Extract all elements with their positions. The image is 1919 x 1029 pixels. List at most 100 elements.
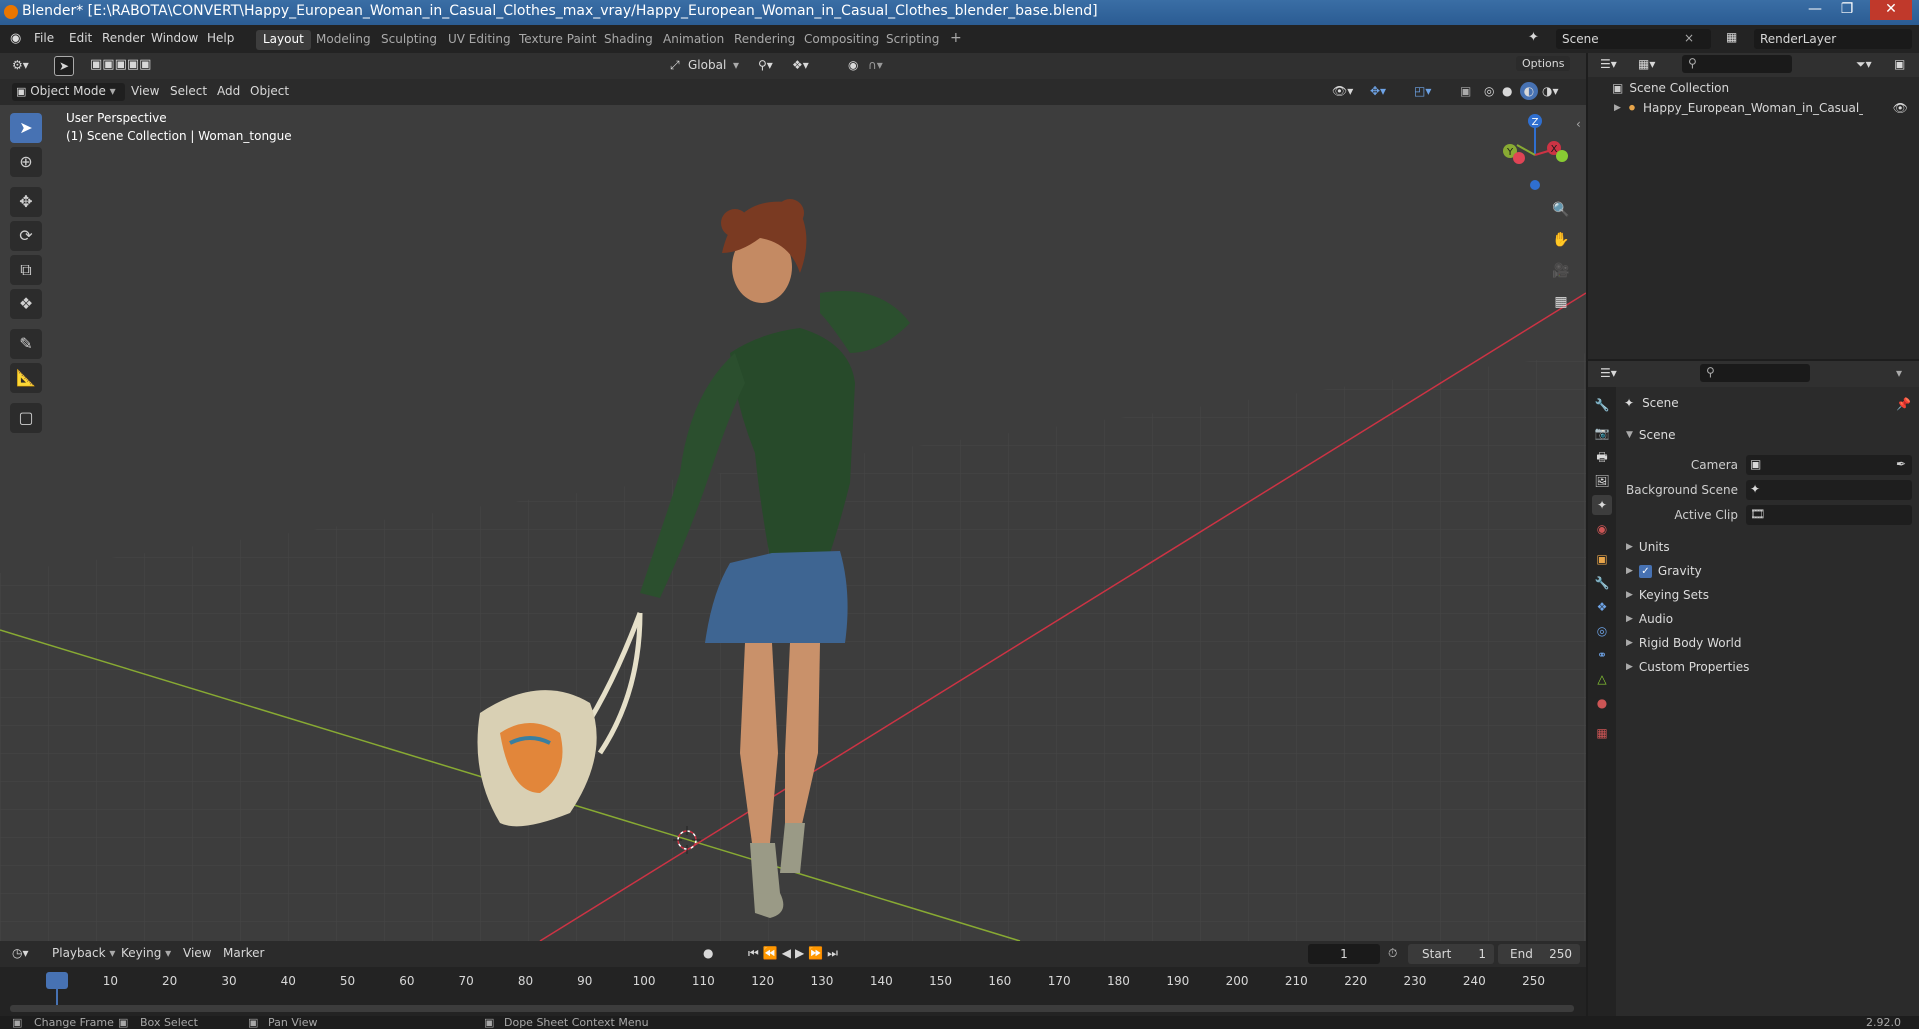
maximize-button[interactable]: ❐ (1832, 0, 1862, 20)
gizmo-toggle-icon[interactable]: ✥▾ (1370, 84, 1386, 98)
grid-icon[interactable]: ▦ (1548, 289, 1574, 315)
zoom-icon[interactable]: 🔍 (1548, 197, 1574, 223)
pin-icon[interactable]: 📌 (1896, 397, 1911, 411)
view-layer-selector[interactable]: RenderLayer (1754, 29, 1912, 49)
add-cube-tool-icon[interactable]: ▢ (10, 403, 42, 433)
scene-panel-header[interactable]: ▼ Scene (1626, 428, 1676, 442)
rendered-shading-icon[interactable]: ◑▾ (1542, 84, 1559, 98)
editor-type-icon[interactable]: ⚙▾ (12, 58, 29, 72)
menu-edit[interactable]: Edit (69, 31, 92, 45)
menu-render[interactable]: Render (102, 31, 145, 45)
blender-menu-icon[interactable]: ◉ (10, 31, 21, 46)
menu-select[interactable]: Select (170, 84, 207, 98)
panel-audio[interactable]: ▶ Audio (1626, 612, 1916, 626)
options-dropdown[interactable]: Options (1516, 56, 1571, 71)
3d-viewport[interactable]: Z Y X ⚙▾ ➤ ▣▣▣▣▣ ⤢ Global ▾ ⚲▾ ❖▾ ◉ ∩▾ O… (0, 53, 1586, 941)
cursor-tool-icon[interactable]: ⊕ (10, 147, 42, 177)
close-button[interactable]: ✕ (1870, 0, 1912, 20)
physics-tab-icon[interactable]: ◎ (1592, 621, 1612, 641)
view-layer-icon[interactable]: ▦ (1726, 30, 1737, 44)
tab-animation[interactable]: Animation (656, 30, 731, 50)
tab-shading[interactable]: Shading (597, 30, 660, 50)
menu-help[interactable]: Help (207, 31, 234, 45)
wireframe-shading-icon[interactable]: ◎ (1484, 84, 1494, 98)
visibility-icon[interactable]: 👁▾ (1332, 84, 1353, 98)
panel-keying-sets[interactable]: ▶ Keying Sets (1626, 588, 1916, 602)
panel-rigid-body-world[interactable]: ▶ Rigid Body World (1626, 636, 1916, 650)
gravity-checkbox[interactable]: ✓ (1638, 564, 1652, 578)
camera-field[interactable]: ▣ ✒ (1746, 455, 1912, 475)
properties-editor-icon[interactable]: ☰▾ (1600, 366, 1617, 380)
menu-view[interactable]: View (131, 84, 159, 98)
material-tab-icon[interactable]: ● (1592, 693, 1612, 713)
eyedropper-icon[interactable]: ✒ (1896, 457, 1906, 471)
menu-add[interactable]: Add (217, 84, 240, 98)
add-workspace-button[interactable]: + (943, 30, 969, 50)
eye-icon[interactable]: 👁 (1893, 101, 1914, 115)
transform-tool-icon[interactable]: ❖ (10, 289, 42, 319)
data-tab-icon[interactable]: △ (1592, 669, 1612, 689)
active-clip-field[interactable]: 🎞 (1746, 505, 1912, 525)
expand-arrow-icon[interactable]: ▶ (1614, 103, 1621, 113)
outliner-editor-icon[interactable]: ☰▾ (1600, 57, 1617, 71)
world-tab-icon[interactable]: ◉ (1592, 519, 1612, 539)
outliner-item[interactable]: ▶ ⚫ Happy_European_Woman_in_Casual_Cloth… (1614, 101, 1914, 115)
solid-shading-icon[interactable]: ● (1502, 84, 1512, 98)
scene-selector[interactable]: Scene × (1556, 29, 1711, 49)
menu-object[interactable]: Object (250, 84, 289, 98)
tab-scripting[interactable]: Scripting (879, 30, 946, 50)
render-tab-icon[interactable]: 📷 (1592, 423, 1612, 443)
playhead[interactable] (46, 972, 68, 989)
menu-window[interactable]: Window (151, 31, 198, 45)
new-collection-icon[interactable]: ▣ (1894, 57, 1905, 71)
tab-compositing[interactable]: Compositing (797, 30, 886, 50)
outliner-search-input[interactable]: ⚲ (1682, 55, 1792, 73)
transform-orientation-dropdown[interactable]: Global (688, 58, 726, 72)
panel-custom-properties[interactable]: ▶ Custom Properties (1626, 660, 1916, 674)
tab-modeling[interactable]: Modeling (309, 30, 378, 50)
outliner-scene-collection[interactable]: ▣ Scene Collection (1612, 81, 1729, 95)
rotate-tool-icon[interactable]: ⟳ (10, 221, 42, 251)
tab-texture-paint[interactable]: Texture Paint (512, 30, 603, 50)
selection-mode-icons[interactable]: ▣▣▣▣▣ (90, 57, 151, 72)
falloff-icon[interactable]: ∩▾ (868, 58, 883, 72)
modifier-tab-icon[interactable]: 🔧 (1592, 573, 1612, 593)
properties-search-input[interactable]: ⚲ (1700, 364, 1810, 382)
measure-tool-icon[interactable]: 📐 (10, 363, 42, 393)
close-icon[interactable]: × (1684, 31, 1694, 45)
sidebar-toggle-icon[interactable]: ‹ (1576, 117, 1581, 131)
object-tab-icon[interactable]: ▣ (1592, 549, 1612, 569)
timeline-scrollbar[interactable] (10, 1005, 1574, 1012)
panel-units[interactable]: ▶ Units (1626, 540, 1916, 554)
tab-uv-editing[interactable]: UV Editing (441, 30, 518, 50)
scale-tool-icon[interactable]: ⧉ (10, 255, 42, 285)
filter-icon[interactable]: ⏷▾ (1856, 57, 1872, 72)
overlay-toggle-icon[interactable]: ◰▾ (1414, 84, 1431, 98)
annotate-tool-icon[interactable]: ✎ (10, 329, 42, 359)
hand-icon[interactable]: ✋ (1548, 227, 1574, 253)
texture-tab-icon[interactable]: ▦ (1592, 723, 1612, 743)
camera-icon[interactable]: 🎥 (1548, 258, 1574, 284)
menu-file[interactable]: File (34, 31, 54, 45)
tab-rendering[interactable]: Rendering (727, 30, 802, 50)
view-layer-tab-icon[interactable]: 🖼 (1592, 471, 1612, 491)
scene-icon[interactable]: ✦ (1528, 30, 1539, 45)
select-box-tool-icon[interactable]: ➤ (10, 113, 42, 143)
move-tool-icon[interactable]: ✥ (10, 187, 42, 217)
material-shading-icon[interactable]: ◐ (1520, 82, 1538, 100)
panel-gravity[interactable]: ▶ ✓ Gravity (1626, 564, 1916, 578)
display-mode-icon[interactable]: ▦▾ (1638, 57, 1655, 71)
background-scene-field[interactable]: ✦ (1746, 480, 1912, 500)
scene-tab-icon[interactable]: ✦ (1592, 495, 1612, 515)
select-tool-icon[interactable]: ➤ (54, 56, 74, 76)
particles-tab-icon[interactable]: ❖ (1592, 597, 1612, 617)
constraints-tab-icon[interactable]: ⚭ (1592, 645, 1612, 665)
tool-tab-icon[interactable]: 🔧 (1592, 395, 1612, 415)
tab-layout[interactable]: Layout (256, 30, 311, 50)
chevron-down-icon[interactable]: ▾ (1896, 366, 1902, 380)
snap-icon[interactable]: ❖▾ (792, 58, 809, 72)
minimize-button[interactable]: — (1800, 0, 1830, 20)
mode-selector[interactable]: ▣ Object Mode ▾ (12, 83, 125, 101)
tab-sculpting[interactable]: Sculpting (374, 30, 444, 50)
pivot-icon[interactable]: ⚲▾ (758, 58, 773, 72)
